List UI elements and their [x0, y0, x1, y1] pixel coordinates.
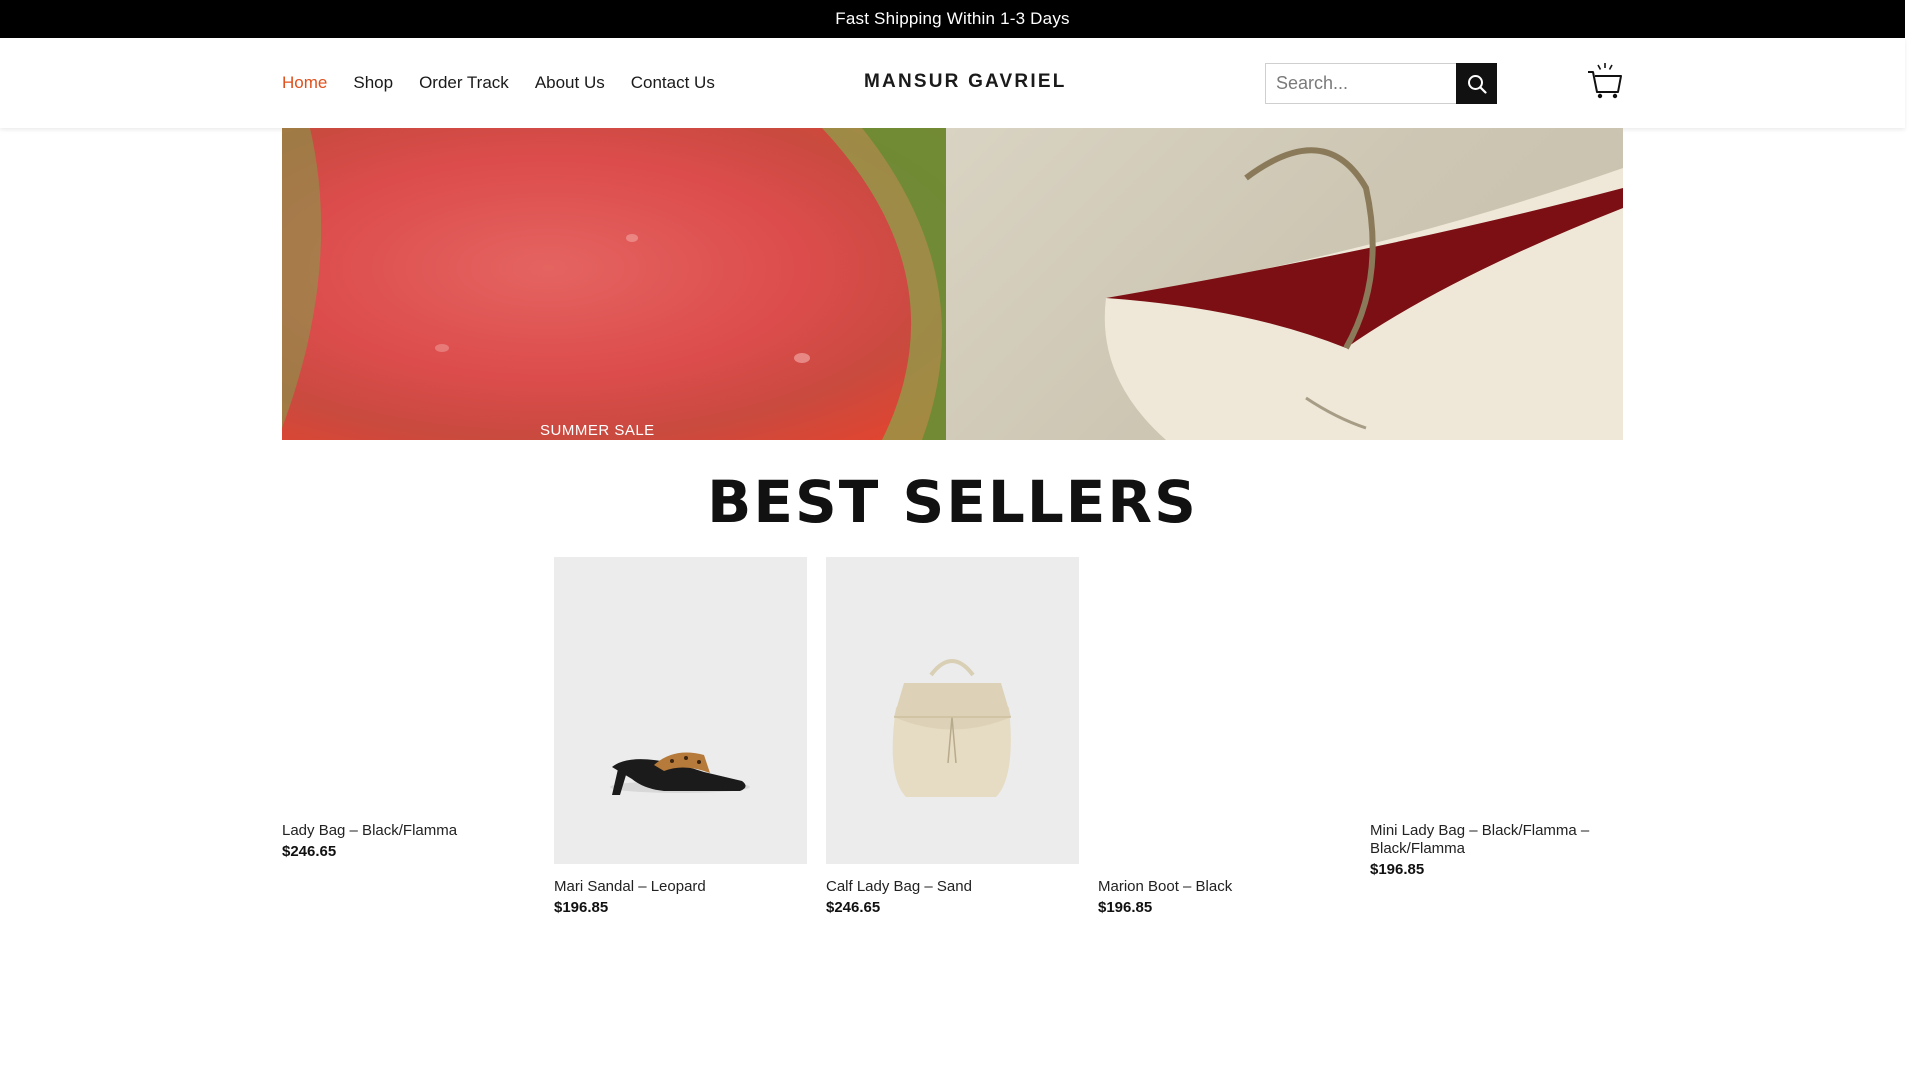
product-image-spacer [282, 557, 535, 808]
banner-bag-image [946, 128, 1623, 440]
product-card[interactable]: Mari Sandal – Leopard $196.85 [554, 557, 807, 916]
cart-icon [1588, 63, 1622, 99]
product-name[interactable]: Mari Sandal – Leopard [554, 878, 807, 896]
announcement-bar: Fast Shipping Within 1-3 Days [0, 0, 1905, 38]
product-card[interactable]: Mini Lady Bag – Black/Flamma – Black/Fla… [1370, 557, 1623, 878]
product-name[interactable]: Mini Lady Bag – Black/Flamma – Black/Fla… [1370, 822, 1623, 858]
announcement-text: Fast Shipping Within 1-3 Days [835, 9, 1070, 28]
nav-home[interactable]: Home [282, 73, 327, 93]
product-card[interactable]: Calf Lady Bag – Sand $246.65 [826, 557, 1079, 916]
search-button[interactable] [1456, 63, 1497, 104]
product-price: $196.85 [1098, 899, 1153, 916]
section-title: BEST SELLERS [707, 468, 1198, 536]
nav-contact-us[interactable]: Contact Us [631, 73, 715, 93]
cart-button[interactable] [1587, 62, 1623, 100]
product-name[interactable]: Lady Bag – Black/Flamma [282, 822, 535, 840]
nav-about-us[interactable]: About Us [535, 73, 605, 93]
brand-logo[interactable]: MANSUR GAVRIEL [864, 71, 1067, 93]
search-form [1265, 63, 1497, 104]
nav-shop[interactable]: Shop [353, 73, 393, 93]
banner-watermelon-image: SUMMER SALE [282, 128, 946, 440]
search-icon [1467, 74, 1487, 94]
product-image[interactable] [554, 557, 807, 864]
product-name[interactable]: Calf Lady Bag – Sand [826, 878, 1079, 896]
product-image[interactable] [1098, 557, 1351, 864]
product-name[interactable]: Marion Boot – Black [1098, 878, 1351, 896]
search-input[interactable] [1265, 63, 1456, 104]
product-card[interactable]: Marion Boot – Black $196.85 [1098, 557, 1351, 916]
site-header: Home Shop Order Track About Us Contact U… [0, 38, 1905, 128]
nav-order-track[interactable]: Order Track [419, 73, 509, 93]
product-price: $246.65 [282, 843, 337, 860]
product-price: $196.85 [554, 899, 609, 916]
product-price: $246.65 [826, 899, 881, 916]
product-price: $196.85 [1370, 861, 1425, 878]
banner-caption: SUMMER SALE [540, 422, 655, 439]
product-image[interactable] [826, 557, 1079, 864]
product-image[interactable] [1370, 557, 1623, 808]
main-nav: Home Shop Order Track About Us Contact U… [282, 38, 715, 128]
hero-banner[interactable]: SUMMER SALE [282, 128, 1623, 440]
